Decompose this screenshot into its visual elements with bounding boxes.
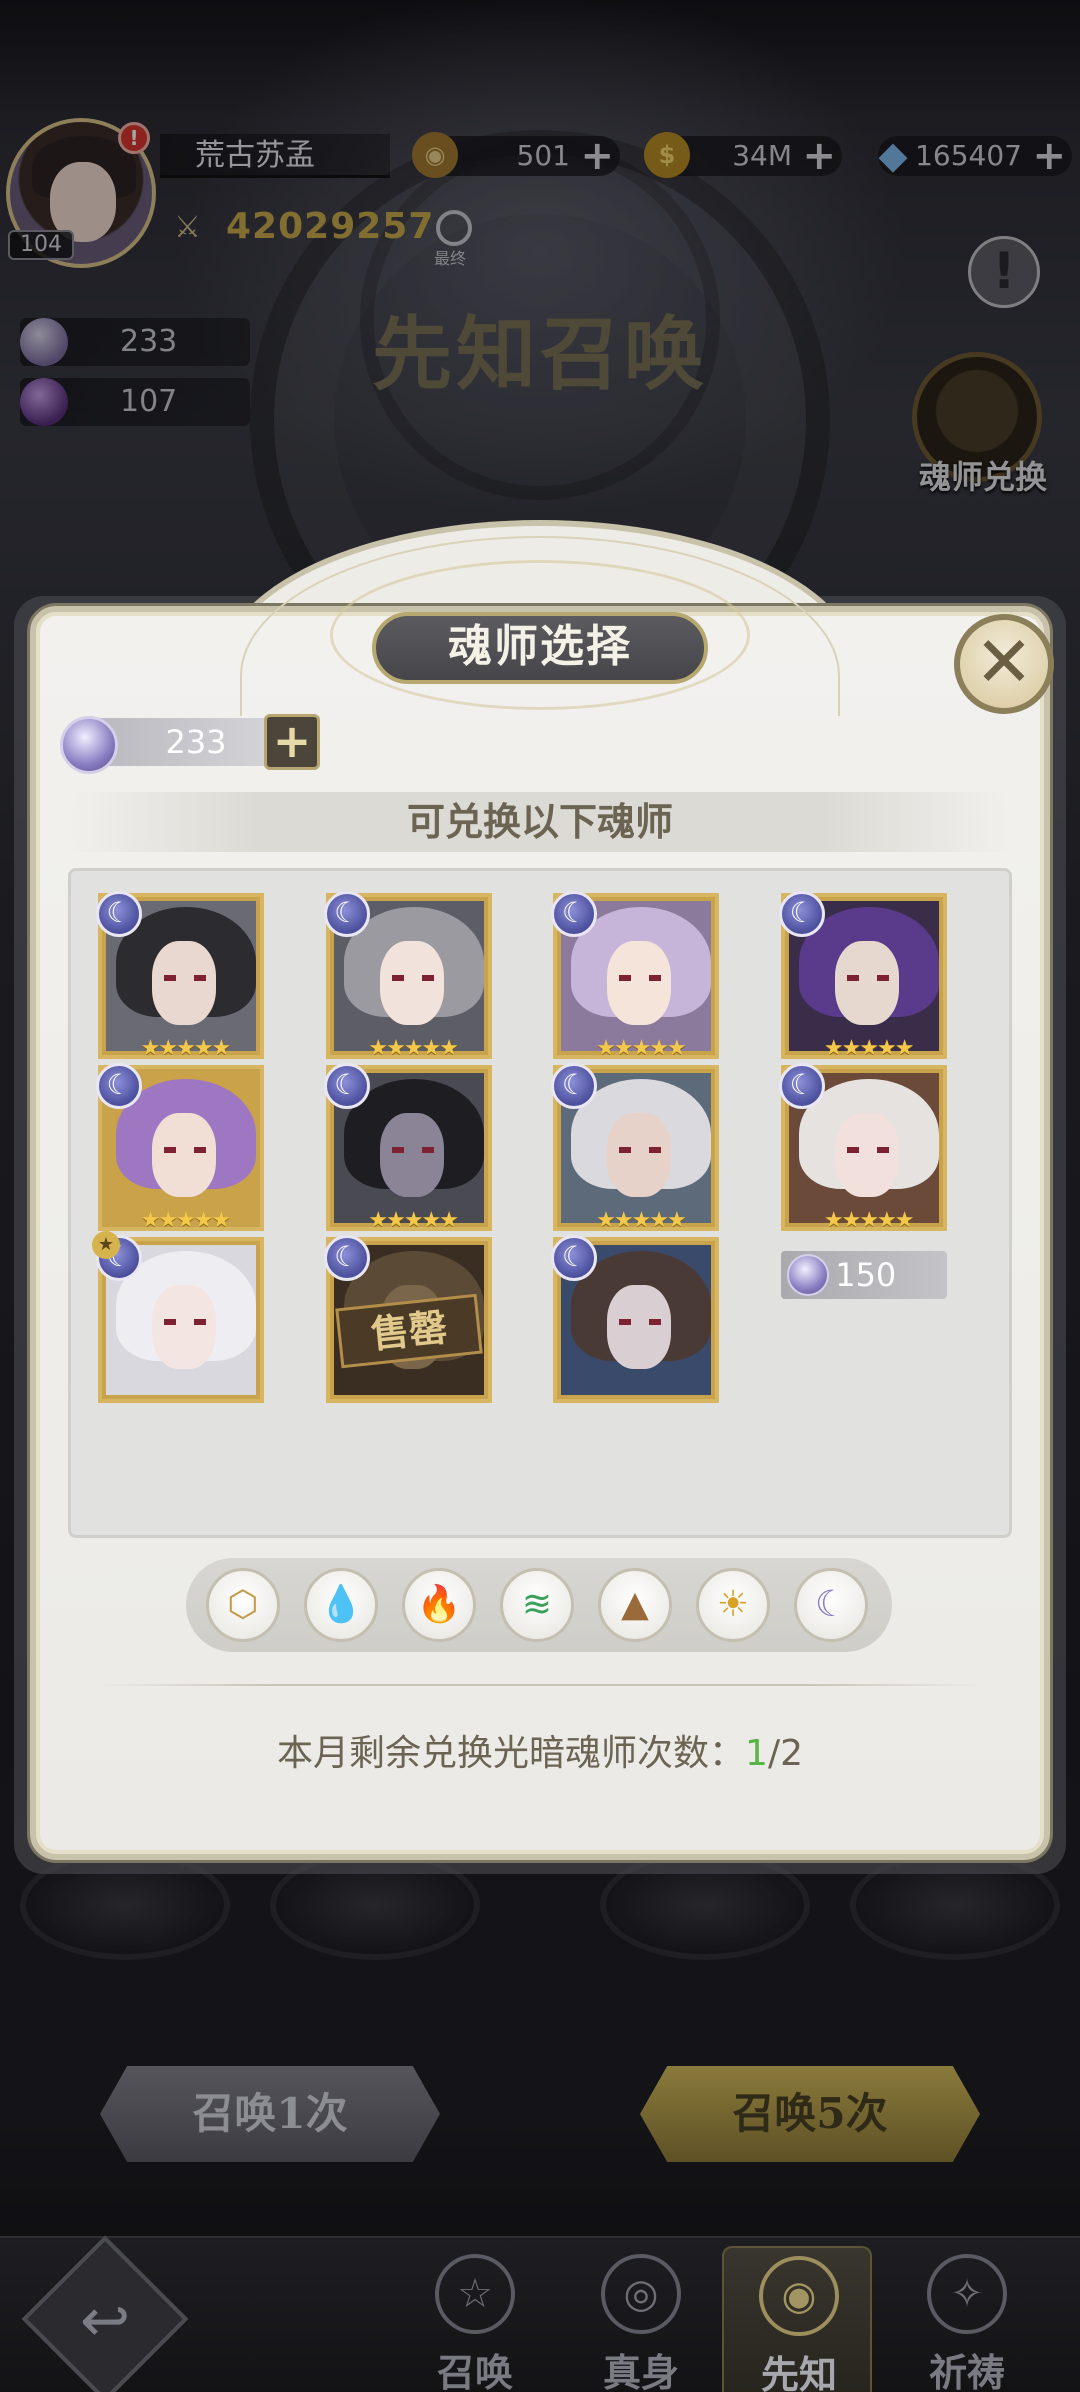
hero-face	[607, 941, 672, 1025]
hero-eyes	[619, 1319, 662, 1325]
hero-grid: ★★★★★☾150★★★★★☾150★★★★★☾150★★★★★☾150★★★★…	[68, 868, 1012, 1538]
hero-card[interactable]: ★★★★★ ☾ 150	[779, 1063, 948, 1301]
tab-2[interactable]: ◉ 先知	[722, 2246, 872, 2392]
tab-1[interactable]: ◎ 真身	[566, 2246, 716, 2392]
tab-label: 先知	[760, 2352, 837, 2392]
divider	[100, 1684, 980, 1686]
add-token-button[interactable]: +	[264, 714, 320, 770]
hero-eyes	[163, 1319, 206, 1325]
hero-eyes	[847, 975, 890, 981]
hero-eyes	[847, 1147, 890, 1153]
hero-face	[607, 1285, 672, 1369]
moon-element-icon: ☾	[323, 891, 370, 937]
back-icon: ↩	[79, 2286, 131, 2356]
price-value: 150	[835, 1256, 897, 1294]
hero-eyes	[163, 1147, 206, 1153]
filter-earth-icon[interactable]: ▲	[598, 1568, 672, 1642]
hero-card[interactable]: ☾	[551, 1235, 720, 1473]
hero-face	[607, 1113, 672, 1197]
tab-icon: ✧	[927, 2254, 1007, 2334]
hero-card[interactable]: 售罄 ☾	[323, 1235, 492, 1473]
hero-face	[151, 1113, 216, 1197]
filter-light-icon[interactable]: ☀	[696, 1568, 770, 1642]
hero-face	[379, 1113, 444, 1197]
moon-element-icon: ☾	[323, 1063, 370, 1109]
star-rating: ★★★★★	[596, 1036, 687, 1059]
hero-eyes	[391, 975, 434, 981]
hero-face	[151, 1285, 216, 1369]
tab-icon: ◉	[759, 2256, 839, 2336]
filter-fire-icon[interactable]: 🔥	[402, 1568, 476, 1642]
hero-card[interactable]: ☾ ★	[91, 1231, 264, 1473]
remaining-label: 本月剩余兑换光暗魂师次数：	[277, 1733, 746, 1774]
moon-element-icon: ☾	[95, 1063, 142, 1109]
summon-once-button[interactable]: 召唤1次	[100, 2066, 440, 2162]
moon-element-icon: ☾	[779, 1063, 826, 1109]
star-badge-icon: ★	[91, 1231, 120, 1259]
filter-water-icon[interactable]: 💧	[304, 1568, 378, 1642]
hero-price: 150	[781, 1251, 948, 1299]
tab-icon: ☆	[435, 2254, 515, 2334]
hero-eyes	[391, 1147, 434, 1153]
summon-five-button[interactable]: 召唤5次	[640, 2066, 980, 2162]
filter-dark-icon[interactable]: ☾	[794, 1568, 868, 1642]
remaining-total: /2	[767, 1733, 803, 1774]
hero-eyes	[163, 975, 206, 981]
star-rating: ★★★★★	[823, 1208, 915, 1231]
remaining-used: 1	[745, 1733, 768, 1774]
tab-icon: ◎	[601, 2254, 681, 2334]
close-button[interactable]: ✕	[954, 614, 1054, 714]
star-rating: ★★★★★	[140, 1208, 232, 1231]
filter-wind-icon[interactable]: ≋	[500, 1568, 574, 1642]
moon-element-icon: ☾	[323, 1235, 370, 1281]
hero-face	[151, 941, 216, 1025]
hero-eyes	[619, 975, 662, 981]
remaining-exchanges: 本月剩余兑换光暗魂师次数：1/2	[100, 1724, 980, 1776]
tab-label: 召唤	[436, 2350, 513, 2392]
moon-element-icon: ☾	[779, 891, 826, 937]
tab-label: 祈祷	[928, 2350, 1005, 2392]
star-rating: ★★★★★	[596, 1208, 687, 1231]
hero-face	[835, 1113, 900, 1197]
moon-element-icon: ☾	[95, 891, 142, 937]
hero-face	[835, 941, 900, 1025]
tab-label: 真身	[602, 2350, 679, 2392]
token-value: 233	[165, 723, 227, 761]
soul-orb-icon	[787, 1254, 830, 1296]
soul-orb-icon	[60, 716, 118, 774]
hero-face	[379, 941, 444, 1025]
star-rating: ★★★★★	[368, 1036, 459, 1059]
modal-subtitle: 可兑换以下魂师	[70, 792, 1010, 852]
star-rating: ★★★★★	[823, 1036, 915, 1059]
filter-all-icon[interactable]: ⬡	[206, 1568, 280, 1642]
tab-0[interactable]: ☆ 召唤	[400, 2246, 550, 2392]
modal-title: 魂师选择	[372, 612, 708, 684]
star-rating: ★★★★★	[140, 1036, 232, 1059]
hero-eyes	[619, 1147, 662, 1153]
tab-3[interactable]: ✧ 祈祷	[892, 2246, 1042, 2392]
star-rating: ★★★★★	[368, 1208, 459, 1231]
